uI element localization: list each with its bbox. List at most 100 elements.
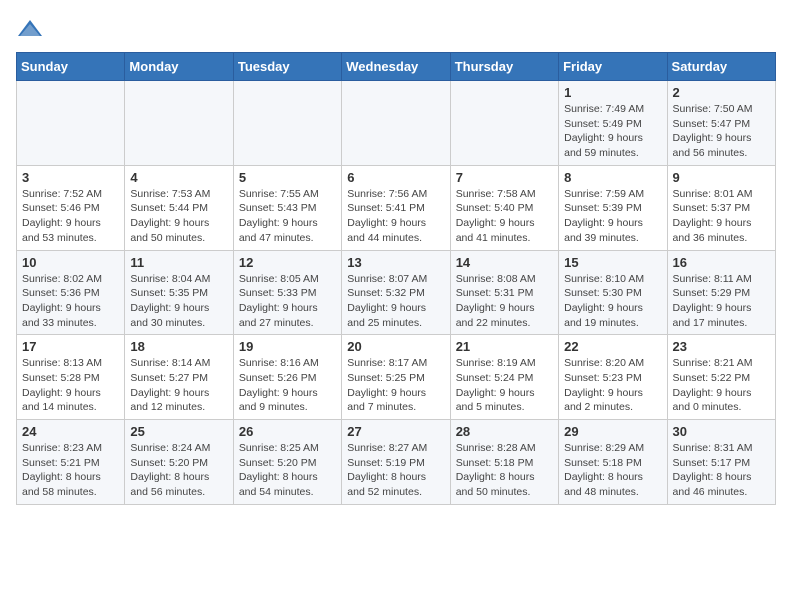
- day-number: 24: [22, 424, 119, 439]
- day-info: Sunrise: 8:04 AMSunset: 5:35 PMDaylight:…: [130, 272, 227, 331]
- calendar-week-row: 1Sunrise: 7:49 AMSunset: 5:49 PMDaylight…: [17, 81, 776, 166]
- calendar-cell: 7 Sunrise: 7:58 AMSunset: 5:40 PMDaylight…: [450, 165, 558, 250]
- day-number: 14: [456, 255, 553, 270]
- day-number: 16: [673, 255, 770, 270]
- weekday-header-wednesday: Wednesday: [342, 53, 450, 81]
- calendar-cell: 15 Sunrise: 8:10 AMSunset: 5:30 PMDayligh…: [559, 250, 667, 335]
- calendar-cell: 27 Sunrise: 8:27 AMSunset: 5:19 PMDayligh…: [342, 420, 450, 505]
- calendar-cell: 13Sunrise: 8:07 AMSunset: 5:32 PMDayligh…: [342, 250, 450, 335]
- calendar-cell: 9Sunrise: 8:01 AMSunset: 5:37 PMDaylight…: [667, 165, 775, 250]
- calendar-cell: 12 Sunrise: 8:05 AMSunset: 5:33 PMDayligh…: [233, 250, 341, 335]
- calendar-cell: 5 Sunrise: 7:55 AMSunset: 5:43 PMDaylight…: [233, 165, 341, 250]
- day-info: Sunrise: 8:23 AMSunset: 5:21 PMDaylight:…: [22, 441, 119, 500]
- calendar-cell: 23 Sunrise: 8:21 AMSunset: 5:22 PMDayligh…: [667, 335, 775, 420]
- day-info: Sunrise: 8:21 AMSunset: 5:22 PMDaylight:…: [673, 356, 770, 415]
- day-info: Sunrise: 8:10 AMSunset: 5:30 PMDaylight:…: [564, 272, 661, 331]
- calendar-cell: [233, 81, 341, 166]
- calendar-cell: 1Sunrise: 7:49 AMSunset: 5:49 PMDaylight…: [559, 81, 667, 166]
- day-number: 25: [130, 424, 227, 439]
- day-info: Sunrise: 8:24 AMSunset: 5:20 PMDaylight:…: [130, 441, 227, 500]
- day-info: Sunrise: 8:25 AMSunset: 5:20 PMDaylight:…: [239, 441, 336, 500]
- day-info: Sunrise: 8:17 AMSunset: 5:25 PMDaylight:…: [347, 356, 444, 415]
- weekday-header-friday: Friday: [559, 53, 667, 81]
- calendar-cell: 25 Sunrise: 8:24 AMSunset: 5:20 PMDayligh…: [125, 420, 233, 505]
- day-number: 17: [22, 339, 119, 354]
- day-number: 18: [130, 339, 227, 354]
- day-number: 6: [347, 170, 444, 185]
- calendar-cell: [17, 81, 125, 166]
- day-number: 22: [564, 339, 661, 354]
- day-info: Sunrise: 7:53 AMSunset: 5:44 PMDaylight:…: [130, 187, 227, 246]
- calendar-cell: 17 Sunrise: 8:13 AMSunset: 5:28 PMDayligh…: [17, 335, 125, 420]
- weekday-header-tuesday: Tuesday: [233, 53, 341, 81]
- day-number: 29: [564, 424, 661, 439]
- calendar-week-row: 10 Sunrise: 8:02 AMSunset: 5:36 PMDayligh…: [17, 250, 776, 335]
- day-number: 23: [673, 339, 770, 354]
- day-info: Sunrise: 7:55 AMSunset: 5:43 PMDaylight:…: [239, 187, 336, 246]
- calendar-cell: 30 Sunrise: 8:31 AMSunset: 5:17 PMDayligh…: [667, 420, 775, 505]
- calendar-cell: 28Sunrise: 8:28 AMSunset: 5:18 PMDayligh…: [450, 420, 558, 505]
- day-number: 15: [564, 255, 661, 270]
- day-info: Sunrise: 7:50 AMSunset: 5:47 PMDaylight:…: [673, 102, 770, 161]
- day-number: 10: [22, 255, 119, 270]
- day-number: 2: [673, 85, 770, 100]
- calendar-cell: 18 Sunrise: 8:14 AMSunset: 5:27 PMDayligh…: [125, 335, 233, 420]
- calendar-week-row: 17 Sunrise: 8:13 AMSunset: 5:28 PMDayligh…: [17, 335, 776, 420]
- page-header: [16, 16, 776, 44]
- day-number: 7: [456, 170, 553, 185]
- day-number: 27: [347, 424, 444, 439]
- calendar-cell: 24 Sunrise: 8:23 AMSunset: 5:21 PMDayligh…: [17, 420, 125, 505]
- day-info: Sunrise: 7:59 AMSunset: 5:39 PMDaylight:…: [564, 187, 661, 246]
- day-info: Sunrise: 8:28 AMSunset: 5:18 PMDaylight:…: [456, 441, 553, 500]
- calendar-cell: 11 Sunrise: 8:04 AMSunset: 5:35 PMDayligh…: [125, 250, 233, 335]
- day-number: 5: [239, 170, 336, 185]
- day-info: Sunrise: 7:58 AMSunset: 5:40 PMDaylight:…: [456, 187, 553, 246]
- day-info: Sunrise: 8:07 AMSunset: 5:32 PMDaylight:…: [347, 272, 444, 331]
- day-number: 19: [239, 339, 336, 354]
- calendar-cell: [342, 81, 450, 166]
- calendar-cell: 6 Sunrise: 7:56 AMSunset: 5:41 PMDaylight…: [342, 165, 450, 250]
- day-number: 21: [456, 339, 553, 354]
- calendar-cell: [125, 81, 233, 166]
- calendar-week-row: 24 Sunrise: 8:23 AMSunset: 5:21 PMDayligh…: [17, 420, 776, 505]
- calendar-cell: 3 Sunrise: 7:52 AMSunset: 5:46 PMDaylight…: [17, 165, 125, 250]
- weekday-header-thursday: Thursday: [450, 53, 558, 81]
- day-number: 3: [22, 170, 119, 185]
- day-info: Sunrise: 7:56 AMSunset: 5:41 PMDaylight:…: [347, 187, 444, 246]
- day-info: Sunrise: 8:08 AMSunset: 5:31 PMDaylight:…: [456, 272, 553, 331]
- day-number: 8: [564, 170, 661, 185]
- calendar-cell: 10 Sunrise: 8:02 AMSunset: 5:36 PMDayligh…: [17, 250, 125, 335]
- day-info: Sunrise: 8:27 AMSunset: 5:19 PMDaylight:…: [347, 441, 444, 500]
- weekday-header-monday: Monday: [125, 53, 233, 81]
- day-info: Sunrise: 7:52 AMSunset: 5:46 PMDaylight:…: [22, 187, 119, 246]
- calendar-table: SundayMondayTuesdayWednesdayThursdayFrid…: [16, 52, 776, 505]
- day-number: 20: [347, 339, 444, 354]
- day-info: Sunrise: 7:49 AMSunset: 5:49 PMDaylight:…: [564, 102, 661, 161]
- day-info: Sunrise: 8:19 AMSunset: 5:24 PMDaylight:…: [456, 356, 553, 415]
- calendar-cell: 20 Sunrise: 8:17 AMSunset: 5:25 PMDayligh…: [342, 335, 450, 420]
- day-info: Sunrise: 8:20 AMSunset: 5:23 PMDaylight:…: [564, 356, 661, 415]
- day-info: Sunrise: 8:31 AMSunset: 5:17 PMDaylight:…: [673, 441, 770, 500]
- day-number: 4: [130, 170, 227, 185]
- logo-icon: [16, 16, 44, 44]
- logo: [16, 16, 48, 44]
- calendar-cell: [450, 81, 558, 166]
- day-info: Sunrise: 8:13 AMSunset: 5:28 PMDaylight:…: [22, 356, 119, 415]
- day-number: 30: [673, 424, 770, 439]
- day-info: Sunrise: 8:05 AMSunset: 5:33 PMDaylight:…: [239, 272, 336, 331]
- calendar-cell: 21 Sunrise: 8:19 AMSunset: 5:24 PMDayligh…: [450, 335, 558, 420]
- calendar-cell: 2 Sunrise: 7:50 AMSunset: 5:47 PMDaylight…: [667, 81, 775, 166]
- day-info: Sunrise: 8:14 AMSunset: 5:27 PMDaylight:…: [130, 356, 227, 415]
- calendar-cell: 8 Sunrise: 7:59 AMSunset: 5:39 PMDaylight…: [559, 165, 667, 250]
- day-number: 12: [239, 255, 336, 270]
- weekday-header-saturday: Saturday: [667, 53, 775, 81]
- calendar-week-row: 3 Sunrise: 7:52 AMSunset: 5:46 PMDaylight…: [17, 165, 776, 250]
- calendar-header-row: SundayMondayTuesdayWednesdayThursdayFrid…: [17, 53, 776, 81]
- day-number: 9: [673, 170, 770, 185]
- day-info: Sunrise: 8:02 AMSunset: 5:36 PMDaylight:…: [22, 272, 119, 331]
- day-info: Sunrise: 8:16 AMSunset: 5:26 PMDaylight:…: [239, 356, 336, 415]
- calendar-cell: 19 Sunrise: 8:16 AMSunset: 5:26 PMDayligh…: [233, 335, 341, 420]
- day-number: 26: [239, 424, 336, 439]
- day-number: 11: [130, 255, 227, 270]
- calendar-cell: 26 Sunrise: 8:25 AMSunset: 5:20 PMDayligh…: [233, 420, 341, 505]
